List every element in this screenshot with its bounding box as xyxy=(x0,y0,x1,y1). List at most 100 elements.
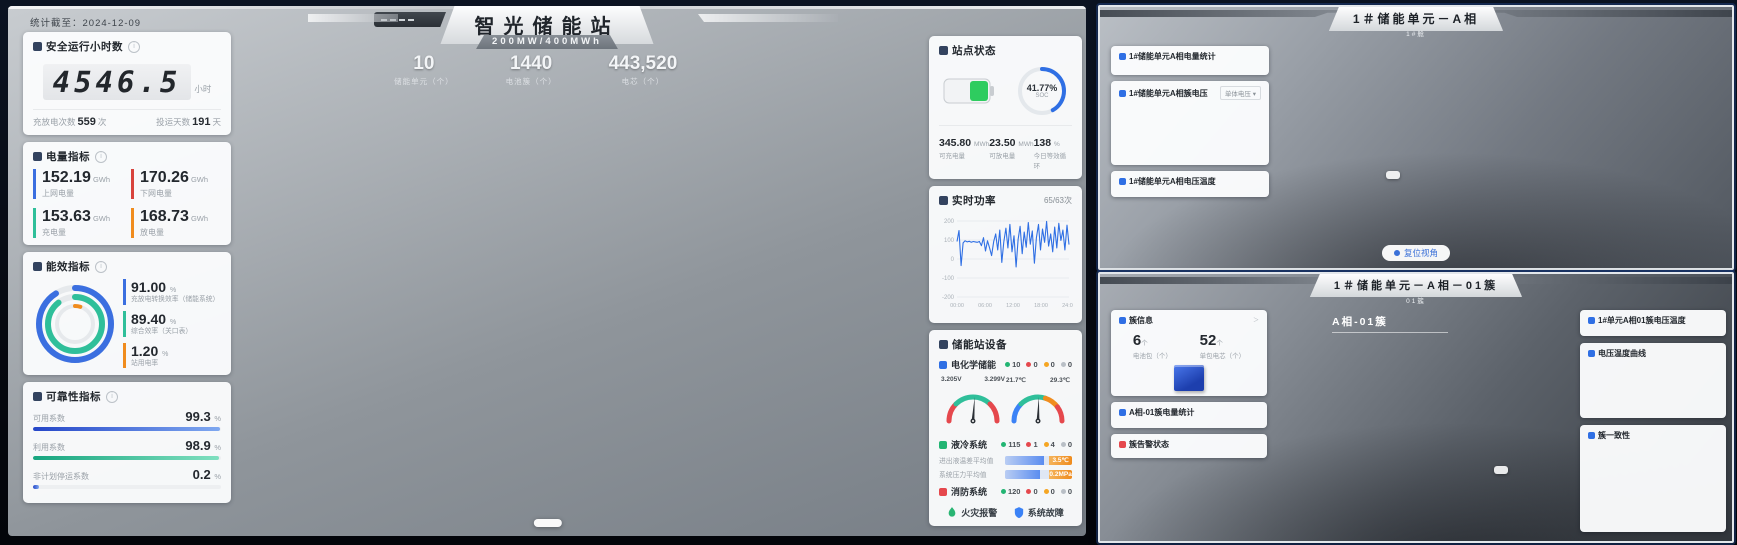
info-icon[interactable]: i xyxy=(95,151,107,163)
leaf-icon xyxy=(33,262,42,271)
devices-icon xyxy=(939,340,948,349)
thermometer-icon xyxy=(1119,178,1126,185)
consistency-gauge xyxy=(1588,444,1716,522)
flame-icon xyxy=(947,507,957,519)
reliability-rows: 可用系数99.3 %利用系数98.9 %非计划停运系数0.2 % xyxy=(33,409,221,489)
unit-left-cards: 1#储能单元A相电量统计 1#储能单元A相簇电压 单体电压 ▾ 1#储能单元A相… xyxy=(1111,46,1269,197)
card-title: 电压温度曲线 xyxy=(1598,348,1646,359)
bolt-icon xyxy=(1119,409,1126,416)
clock-icon xyxy=(33,42,42,51)
efficiency-donut-chart xyxy=(33,282,117,366)
metric-select[interactable]: 单体电压 ▾ xyxy=(1220,86,1261,100)
container-3d-view[interactable] xyxy=(1268,49,1648,239)
realtime-power-chart[interactable]: 2001000-100-20000:0006:0012:0018:0024:00 xyxy=(939,213,1073,311)
cluster-info-title: A相-01簇 xyxy=(1332,314,1448,333)
card-efficiency-metrics: 能效指标 i 91.00 %充放电转换效率（储能系统）89.40 %综合效率（关… xyxy=(23,252,231,375)
soc-value: 41.77% xyxy=(1027,83,1058,93)
card-reliability-metrics: 可靠性指标 i 可用系数99.3 %利用系数98.9 %非计划停运系数0.2 % xyxy=(23,382,231,503)
section-title: 液冷系统 xyxy=(951,438,987,451)
temperature-gauge: 21.7℃29.3℃ xyxy=(1006,376,1070,432)
card-voltage-temp-curve: 电压温度曲线 xyxy=(1580,343,1726,418)
line-chart-icon xyxy=(1588,350,1595,357)
info-icon[interactable]: i xyxy=(128,41,140,53)
charge-count-badge: 65/63次 xyxy=(1044,195,1072,206)
card-title: 1#单元A相01簇电压温度 xyxy=(1598,315,1686,326)
header-strip-left xyxy=(308,14,398,22)
efficiency-metric: 91.00 %充放电转换效率（储能系统） xyxy=(123,279,221,305)
cooling-bar-row: 进出液温差平均值3.5℃ xyxy=(939,455,1072,465)
card-cluster-energy: A相-01簇电量统计 xyxy=(1111,402,1267,428)
card-title: 安全运行小时数 xyxy=(46,39,123,54)
rack-3d-view[interactable] xyxy=(1388,322,1488,522)
fire-status-dots: 120000 xyxy=(1001,487,1072,496)
bess-status-dots: 10000 xyxy=(1005,360,1072,369)
card-unit-voltage-temp: 1#储能单元A相电压温度 xyxy=(1111,171,1269,197)
card-title: 站点状态 xyxy=(952,43,996,58)
reliability-row: 非计划停运系数0.2 % xyxy=(33,467,221,489)
cluster-voltage-bar-chart[interactable] xyxy=(1119,103,1261,155)
dot-icon xyxy=(1394,250,1400,256)
fire-item: 火灾报警 xyxy=(947,506,997,519)
shield-icon xyxy=(1014,507,1024,519)
card-station-devices: 储能站设备 电化学储能 10000 3.205V3.299V 21.7℃29.3… xyxy=(929,330,1082,526)
left-metrics-column: 安全运行小时数 i 4546.5小时 充放电次数559次 投运天数191天 电量… xyxy=(23,32,231,503)
site-stat: 138 %今日等效循环 xyxy=(1034,137,1072,170)
battery-module-image xyxy=(1174,365,1204,391)
card-title: 簇一致性 xyxy=(1598,430,1630,441)
reset-view-button[interactable]: 复位视角 xyxy=(1382,245,1450,261)
card-consistency-gauge: 簇一致性 xyxy=(1580,425,1726,532)
card-energy-metrics: 电量指标 i 152.19GWh上网电量170.26GWh下网电量153.63G… xyxy=(23,142,231,245)
site-3d-map[interactable] xyxy=(148,58,928,518)
header-strip-right xyxy=(698,14,838,22)
chevron-right-icon[interactable]: ＞ xyxy=(1253,315,1259,324)
card-title: 电量指标 xyxy=(46,149,90,164)
svg-text:-200: -200 xyxy=(942,295,955,301)
fire-items: 火灾报警 系统故障 xyxy=(939,501,1072,519)
alarm-legend xyxy=(1494,466,1508,474)
bolt-icon xyxy=(1119,53,1126,60)
panel-cluster-01: 1＃储能单元－A相－01簇 01簇 簇信息 ＞ 6个电池包（个） 52个单包电芯… xyxy=(1098,272,1734,543)
energy-metric: 168.73GWh放电量 xyxy=(131,208,221,238)
svg-text:0: 0 xyxy=(951,257,955,263)
site-stat: 23.50 MWh可放电量 xyxy=(989,137,1033,170)
energy-metric: 153.63GWh充电量 xyxy=(33,208,123,238)
cooling-bars: 进出液温差平均值3.5℃系统压力平均值0.2MPa xyxy=(939,455,1072,479)
alarm-legend xyxy=(1386,171,1400,179)
status-dot: 0 xyxy=(1044,487,1055,496)
cluster-title: 1＃储能单元－A相－01簇 xyxy=(1310,274,1522,297)
card-title: 1#储能单元A相簇电压 xyxy=(1129,88,1208,99)
svg-text:06:00: 06:00 xyxy=(978,303,992,309)
unit-subtitle: 1#舱 xyxy=(1406,28,1426,38)
svg-text:-100: -100 xyxy=(942,276,955,282)
cooling-status-dots: 115140 xyxy=(1001,440,1072,449)
fire-item: 系统故障 xyxy=(1014,506,1064,519)
voltage-temp-curve-chart[interactable] xyxy=(1588,362,1716,408)
card-cluster-voltage-temp: 1#单元A相01簇电压温度 xyxy=(1580,310,1726,336)
svg-text:100: 100 xyxy=(944,238,955,244)
card-title: 簇告警状态 xyxy=(1129,439,1169,450)
svg-text:24:00: 24:00 xyxy=(1062,303,1073,309)
card-title: A相-01簇电量统计 xyxy=(1129,407,1194,418)
card-unit-energy: 1#储能单元A相电量统计 xyxy=(1111,46,1269,75)
cycle-count: 充放电次数559次 xyxy=(33,116,106,128)
status-dot: 4 xyxy=(1044,440,1055,449)
bolt-icon xyxy=(33,152,42,161)
site-stat: 345.80 MWh可充电量 xyxy=(939,137,989,170)
svg-text:18:00: 18:00 xyxy=(1034,303,1048,309)
gauge-icon xyxy=(1588,432,1595,439)
info-icon[interactable]: i xyxy=(106,391,118,403)
stat-date: 统计截至：2024-12-09 xyxy=(30,15,141,29)
info-icon[interactable]: i xyxy=(95,261,107,273)
cluster-left-cards: 簇信息 ＞ 6个电池包（个） 52个单包电芯（个） A相-01簇电量统计 xyxy=(1111,310,1267,458)
energy-metric: 152.19GWh上网电量 xyxy=(33,169,123,199)
voltage-gauge: 3.205V3.299V xyxy=(941,376,1005,432)
card-title: 1#储能单元A相电压温度 xyxy=(1129,176,1216,187)
svg-text:12:00: 12:00 xyxy=(1006,303,1020,309)
card-title: 可靠性指标 xyxy=(46,389,101,404)
shield-check-icon xyxy=(33,392,42,401)
panel-unit-a-phase: 1＃储能单元－A相 1#舱 1#储能单元A相电量统计 1#储能单元A相簇电压 单… xyxy=(1098,5,1734,270)
card-realtime-power: 实时功率 65/63次 2001000-100-20000:0006:0012:… xyxy=(929,186,1082,323)
battery-pack-icon xyxy=(1119,317,1126,324)
right-status-column: 站点状态 41.77%SOC 345.80 MWh可充电量23.50 MWh可放… xyxy=(929,36,1082,526)
soc-ring: 41.77%SOC xyxy=(1016,65,1068,117)
